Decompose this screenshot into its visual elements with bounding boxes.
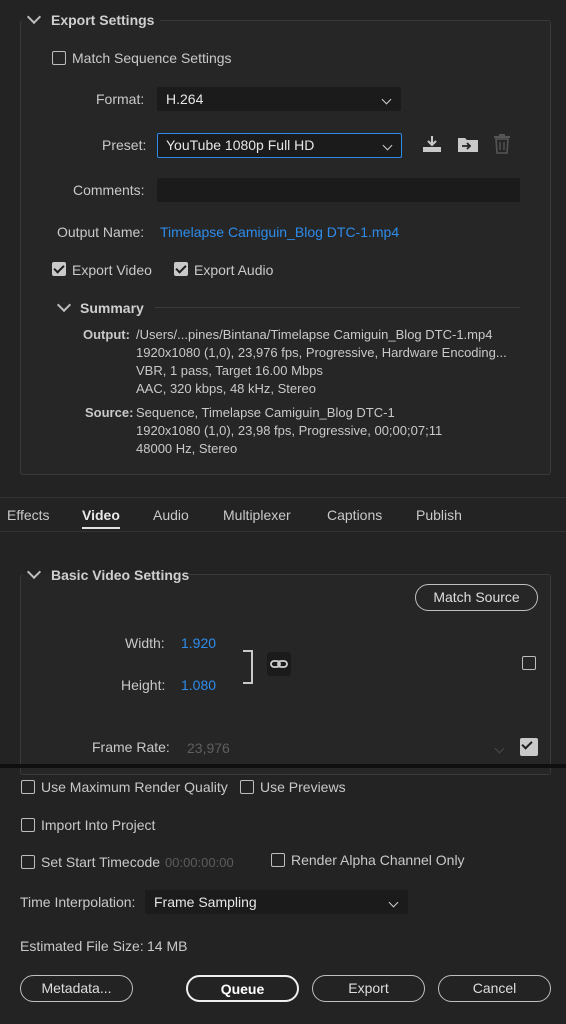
summary-output-line: AAC, 320 kbps, 48 kHz, Stereo [136,381,316,396]
format-value: H.264 [166,91,204,107]
start-timecode-value[interactable]: 00:00:00:00 [165,855,234,870]
import-into-project-checkbox[interactable] [21,818,35,832]
height-label: Height: [121,677,166,693]
estimated-file-size-value: 14 MB [147,938,188,954]
summary-source-line: 48000 Hz, Stereo [136,441,238,456]
divider-band [0,764,566,768]
summary-output-label: Output: [83,327,130,342]
start-timecode-label: Set Start Timecode [41,854,161,870]
frame-rate-checkbox[interactable] [520,738,538,756]
use-previews-checkbox[interactable] [240,780,254,794]
basic-video-title: Basic Video Settings [51,567,190,583]
summary-output-line: /Users/...pines/Bintana/Timelapse Camigu… [136,327,493,342]
export-button[interactable]: Export [312,975,425,1002]
match-sequence-checkbox[interactable] [52,51,66,65]
tab-publish[interactable]: Publish [416,507,462,523]
format-label: Format: [96,91,145,107]
max-render-quality-checkbox[interactable] [21,780,35,794]
chevron-down-icon [381,94,392,105]
divider [0,497,566,498]
divider [160,20,549,21]
match-source-button[interactable]: Match Source [415,584,538,611]
format-select[interactable]: H.264 [157,87,401,111]
max-render-quality-label: Use Maximum Render Quality [41,779,228,795]
summary-output-line: VBR, 1 pass, Target 16.00 Mbps [136,363,323,378]
link-bracket [243,650,253,684]
width-label: Width: [125,635,165,651]
link-icon[interactable] [267,652,291,676]
divider [155,307,520,308]
queue-button[interactable]: Queue [186,975,299,1002]
tab-audio[interactable]: Audio [153,507,189,523]
metadata-button[interactable]: Metadata... [20,975,133,1002]
output-name-link[interactable]: Timelapse Camiguin_Blog DTC-1.mp4 [160,224,399,240]
summary-source-line: 1920x1080 (1,0), 23,98 fps, Progressive,… [136,423,443,438]
preset-label: Preset: [102,137,147,153]
frame-rate-select[interactable]: 23,976 [178,736,514,758]
height-value[interactable]: 1.080 [181,677,216,693]
tab-video[interactable]: Video [82,507,120,529]
cancel-button[interactable]: Cancel [438,975,551,1002]
output-name-label: Output Name: [57,224,145,240]
chevron-down-icon [494,743,505,754]
use-previews-label: Use Previews [260,779,346,795]
match-sequence-label: Match Sequence Settings [72,50,232,66]
estimated-file-size-label: Estimated File Size: [20,938,144,954]
divider [187,574,549,575]
chevron-down-icon [382,140,393,151]
width-value[interactable]: 1.920 [181,635,216,651]
time-interpolation-label: Time Interpolation: [20,894,136,910]
tab-multiplexer[interactable]: Multiplexer [223,507,291,523]
chevron-down-icon [388,897,399,908]
time-interpolation-value: Frame Sampling [154,894,257,910]
render-alpha-label: Render Alpha Channel Only [291,852,465,868]
export-video-label: Export Video [72,262,152,278]
export-settings-title: Export Settings [51,12,155,28]
comments-input[interactable] [157,178,520,202]
divider [0,531,566,532]
frame-rate-value: 23,976 [187,740,230,756]
tab-effects[interactable]: Effects [7,507,50,523]
tab-captions[interactable]: Captions [327,507,382,523]
render-alpha-checkbox[interactable] [271,853,285,867]
comments-label: Comments: [73,182,145,198]
summary-source-line: Sequence, Timelapse Camiguin_Blog DTC-1 [136,405,395,420]
export-audio-label: Export Audio [194,262,274,278]
summary-output-line: 1920x1080 (1,0), 23,976 fps, Progressive… [136,345,507,360]
summary-title: Summary [80,300,144,316]
import-preset-icon[interactable] [456,134,480,154]
delete-preset-icon[interactable] [492,133,512,155]
import-into-project-label: Import Into Project [41,817,156,833]
frame-rate-label: Frame Rate: [92,739,170,755]
export-video-checkbox[interactable] [52,262,66,276]
start-timecode-checkbox[interactable] [21,855,35,869]
summary-source-label: Source: [85,405,134,420]
save-preset-icon[interactable] [421,134,443,154]
export-audio-checkbox[interactable] [174,262,188,276]
preset-value: YouTube 1080p Full HD [166,137,315,153]
video-override-checkbox[interactable] [522,656,536,670]
time-interpolation-select[interactable]: Frame Sampling [145,890,408,914]
preset-select[interactable]: YouTube 1080p Full HD [157,133,402,158]
